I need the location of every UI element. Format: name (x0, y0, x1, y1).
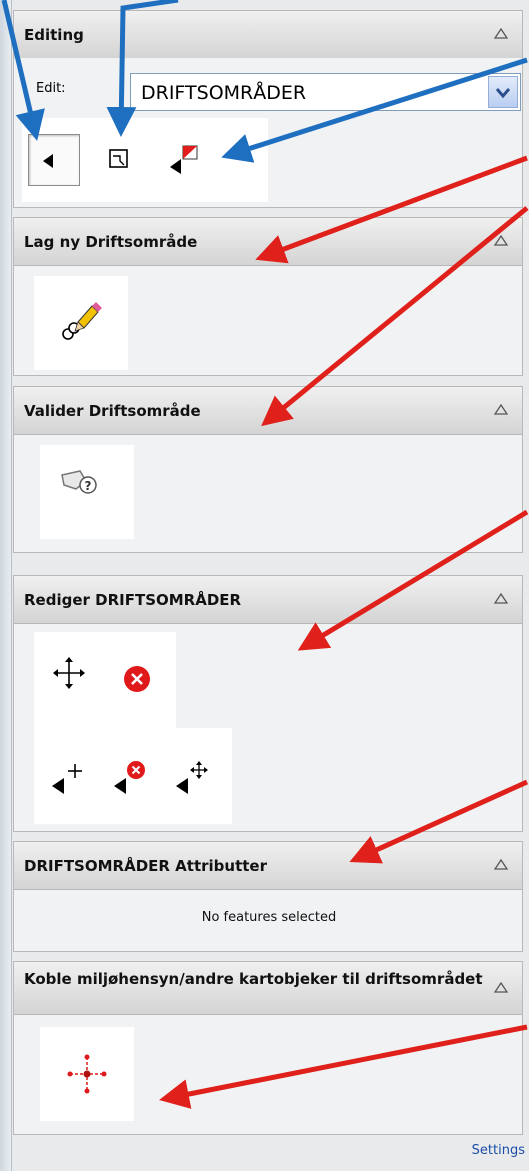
validate-query-icon: ? (61, 470, 97, 494)
chevron-down-icon (495, 88, 511, 99)
create-section-header[interactable]: Lag ny Driftsområde (13, 217, 523, 266)
no-features-message: No features selected (201, 910, 337, 925)
edit-section-header[interactable]: Rediger DRIFTSOMRÅDER (13, 575, 523, 624)
collapse-icon[interactable] (494, 404, 508, 415)
delete-vertex-icon (114, 761, 145, 794)
connect-section-body (13, 1015, 523, 1135)
svg-text:?: ? (85, 479, 92, 493)
create-section-body (13, 266, 523, 376)
flag-select-icon (170, 145, 198, 174)
flag-select-button[interactable] (160, 134, 212, 186)
select-polygon-icon (109, 149, 128, 168)
edit-section-title: Rediger DRIFTSOMRÅDER (24, 591, 242, 609)
move-vertex-button[interactable] (166, 750, 222, 806)
create-polygon-pencil-icon (62, 302, 102, 340)
layer-select-value: DRIFTSOMRÅDER (141, 82, 307, 104)
attributes-section-title: DRIFTSOMRÅDER Attributter (24, 857, 267, 875)
validate-button[interactable]: ? (40, 445, 134, 539)
collapse-icon[interactable] (494, 859, 508, 870)
delete-vertex-button[interactable] (104, 750, 160, 806)
create-polygon-button[interactable] (34, 276, 128, 370)
edit-section-body (13, 624, 523, 832)
add-vertex-icon (52, 764, 82, 794)
validate-section-body: ? (13, 435, 523, 553)
attributes-section-body: No features selected (13, 890, 523, 952)
collapse-icon[interactable] (494, 235, 508, 246)
connect-section-header[interactable]: Koble miljøhensyn/andre kartobjeker til … (13, 961, 523, 1015)
validate-section-header[interactable]: Valider Driftsområde (13, 386, 523, 435)
attributes-section-header[interactable]: DRIFTSOMRÅDER Attributter (13, 841, 523, 890)
connect-network-icon (67, 1054, 107, 1094)
layer-select-dropdown-button[interactable] (488, 76, 518, 108)
validate-section-title: Valider Driftsområde (24, 402, 201, 420)
connect-button[interactable] (40, 1027, 134, 1121)
collapse-icon[interactable] (494, 593, 508, 604)
select-tool-button[interactable] (28, 134, 80, 186)
collapse-icon[interactable] (494, 28, 508, 39)
move-vertex-icon (176, 761, 208, 794)
settings-link[interactable]: Settings (472, 1143, 525, 1158)
create-section-title: Lag ny Driftsområde (24, 233, 198, 251)
move-button[interactable] (44, 648, 94, 698)
delete-button[interactable] (112, 654, 162, 704)
edit-tools-row (22, 118, 268, 202)
connect-section-title: Koble miljøhensyn/andre kartobjeker til … (24, 970, 483, 988)
editing-title: Editing (24, 26, 84, 44)
left-splitter (0, 0, 12, 1171)
edit-label: Edit: (36, 81, 66, 96)
editing-header[interactable]: Editing (13, 10, 523, 59)
layer-select[interactable]: DRIFTSOMRÅDER (130, 73, 521, 111)
select-polygon-button[interactable] (94, 134, 146, 186)
collapse-icon[interactable] (494, 982, 508, 993)
add-vertex-button[interactable] (42, 750, 98, 806)
delete-icon (124, 666, 150, 692)
move-icon (53, 657, 85, 689)
select-tool-icon (43, 154, 53, 168)
